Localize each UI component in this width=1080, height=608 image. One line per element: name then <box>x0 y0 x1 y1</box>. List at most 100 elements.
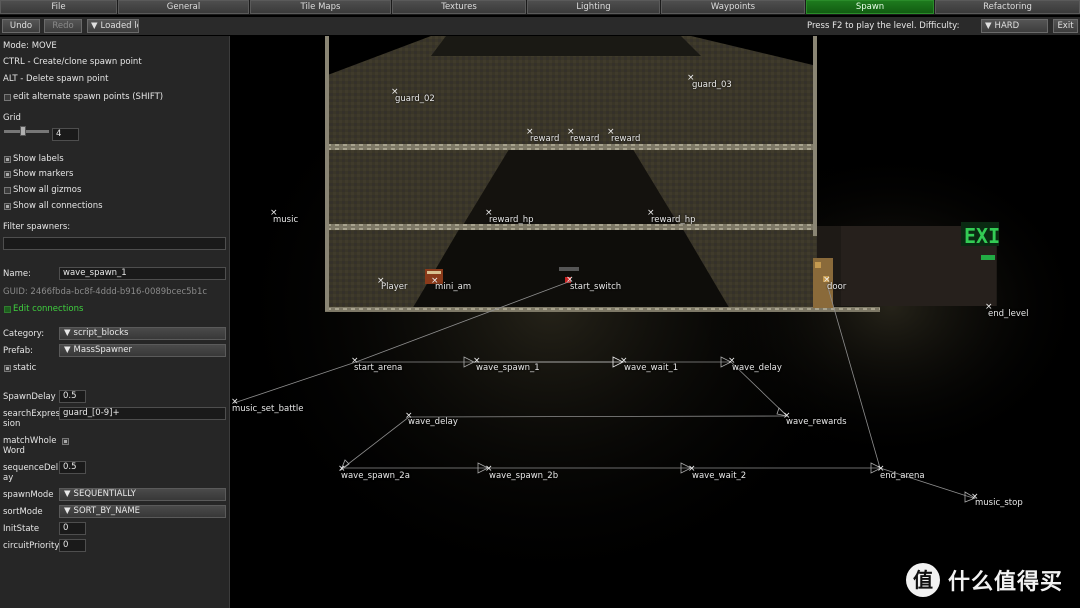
label-wave-delay-2: wave_delay <box>408 417 458 427</box>
chevron-down-icon: ▼ <box>64 345 71 355</box>
label-reward-2: reward <box>570 134 600 144</box>
edit-connections-checkbox[interactable] <box>4 306 11 313</box>
label-guard-03: guard_03 <box>692 80 732 90</box>
match-whole-word-checkbox[interactable] <box>62 438 69 445</box>
tab-lighting[interactable]: Lighting <box>527 0 660 14</box>
undo-button[interactable]: Undo <box>2 19 40 33</box>
show-labels-checkbox[interactable] <box>4 156 11 163</box>
difficulty-dropdown[interactable]: ▼ HARD <box>981 19 1048 33</box>
level-viewport[interactable]: EXI × guard_02 × guard_03 × reward × rew… <box>231 36 1080 608</box>
label-reward-3: reward <box>611 134 641 144</box>
label-door: door <box>827 282 847 292</box>
label-reward-hp-1: reward_hp <box>489 215 534 225</box>
show-labels-label: Show labels <box>13 154 64 164</box>
sort-mode-value: SORT_BY_NAME <box>73 506 141 516</box>
init-state-input[interactable]: 0 <box>59 522 86 535</box>
tab-spawn[interactable]: Spawn <box>806 0 934 14</box>
loaded-level-dropdown[interactable]: ▼ Loaded le <box>87 19 139 33</box>
tab-refactoring[interactable]: Refactoring <box>935 0 1080 14</box>
toolbar: Undo Redo ▼ Loaded le Press F2 to play th… <box>0 17 1080 35</box>
chevron-down-icon: ▼ <box>64 328 71 338</box>
redo-button[interactable]: Redo <box>44 19 82 33</box>
filter-label: Filter spawners: <box>3 222 71 232</box>
name-label: Name: <box>3 269 31 279</box>
difficulty-value: HARD <box>994 21 1020 31</box>
edit-alternate-label: edit alternate spawn points (SHIFT) <box>13 92 164 102</box>
tab-bar: File General Tile Maps Textures Lighting… <box>0 0 1080 15</box>
label-start-switch: start_switch <box>570 282 622 292</box>
sequence-delay-input[interactable]: 0.5 <box>59 461 86 474</box>
tab-tile-maps[interactable]: Tile Maps <box>250 0 391 14</box>
search-expression-label-cont: sion <box>3 419 21 429</box>
name-input[interactable]: wave_spawn_1 <box>59 267 226 280</box>
category-label: Category: <box>3 329 45 339</box>
circuit-priority-input[interactable]: 0 <box>59 539 86 552</box>
mode-text: Mode: MOVE <box>3 41 57 51</box>
exit-button[interactable]: Exit <box>1053 19 1078 33</box>
spawn-delay-input[interactable]: 0.5 <box>59 390 86 403</box>
search-expression-label: searchExpres <box>3 409 60 419</box>
sort-mode-dropdown[interactable]: ▼ SORT_BY_NAME <box>59 505 226 518</box>
static-checkbox[interactable] <box>4 365 11 372</box>
left-wall <box>325 36 329 311</box>
tab-file[interactable]: File <box>0 0 117 14</box>
prefab-label: Prefab: <box>3 346 33 356</box>
guid-text: GUID: 2466fbda-bc8f-4ddd-b916-0089bcec5b… <box>3 287 208 297</box>
alt-hint-text: ALT - Delete spawn point <box>3 74 109 84</box>
middle-ledge <box>325 224 817 230</box>
spawn-mode-dropdown[interactable]: ▼ SEQUENTIALLY <box>59 488 226 501</box>
grid-slider-handle[interactable] <box>20 126 26 136</box>
tab-waypoints[interactable]: Waypoints <box>661 0 805 14</box>
filter-spawners-input[interactable] <box>3 237 226 250</box>
exit-indicator <box>981 255 995 260</box>
chevron-down-icon: ▼ <box>91 21 98 31</box>
label-wave-delay-1: wave_delay <box>732 363 782 373</box>
ctrl-hint-text: CTRL - Create/clone spawn point <box>3 57 142 67</box>
label-wave-wait-2: wave_wait_2 <box>692 471 747 481</box>
label-wave-spawn-2b: wave_spawn_2b <box>489 471 559 481</box>
exit-sign: EXI <box>964 224 1000 248</box>
tab-textures[interactable]: Textures <box>392 0 526 14</box>
search-expression-input[interactable]: guard_[0-9]+ <box>59 407 226 420</box>
show-gizmos-label: Show all gizmos <box>13 185 82 195</box>
label-end-arena: end_arena <box>880 471 925 481</box>
watermark-logo: 值 <box>906 563 940 597</box>
sort-mode-label: sortMode <box>3 507 43 517</box>
tab-general[interactable]: General <box>118 0 249 14</box>
grid-slider-track[interactable] <box>4 130 49 133</box>
label-music: music <box>273 215 299 225</box>
label-player: Player <box>381 282 408 292</box>
grid-value-input[interactable]: 4 <box>52 128 79 141</box>
label-guard-02: guard_02 <box>395 94 435 104</box>
prefab-dropdown[interactable]: ▼ MassSpawner <box>59 344 226 357</box>
chevron-down-icon: ▼ <box>64 506 71 516</box>
spawn-mode-label: spawnMode <box>3 490 54 500</box>
show-connections-label: Show all connections <box>13 201 103 211</box>
edit-alternate-checkbox[interactable] <box>4 94 11 101</box>
show-markers-label: Show markers <box>13 169 74 179</box>
label-end-level: end_level <box>988 309 1029 319</box>
label-start-arena: start_arena <box>354 363 403 373</box>
right-wall <box>813 36 817 236</box>
roof-dark <box>431 36 701 56</box>
sequence-delay-label: sequenceDel <box>3 463 59 473</box>
static-label: static <box>13 363 37 373</box>
init-state-label: InitState <box>3 524 40 534</box>
chevron-down-icon: ▼ <box>985 21 992 31</box>
match-whole-word-label-cont: Word <box>3 446 25 456</box>
show-gizmos-checkbox[interactable] <box>4 187 11 194</box>
circuit-priority-label: circuitPriority <box>3 541 60 551</box>
level-canvas: EXI <box>231 36 1080 596</box>
floor-ledge <box>325 307 880 312</box>
label-reward-1: reward <box>530 134 560 144</box>
category-dropdown[interactable]: ▼ script_blocks <box>59 327 226 340</box>
spawn-delay-label: SpawnDelay <box>3 392 56 402</box>
label-reward-hp-2: reward_hp <box>651 215 696 225</box>
crate-stripe <box>427 271 441 274</box>
switch-base <box>559 267 579 271</box>
show-connections-checkbox[interactable] <box>4 203 11 210</box>
door-detail <box>815 262 821 268</box>
label-music-set-battle: music_set_battle <box>232 404 304 414</box>
show-markers-checkbox[interactable] <box>4 171 11 178</box>
label-wave-rewards: wave_rewards <box>786 417 847 427</box>
